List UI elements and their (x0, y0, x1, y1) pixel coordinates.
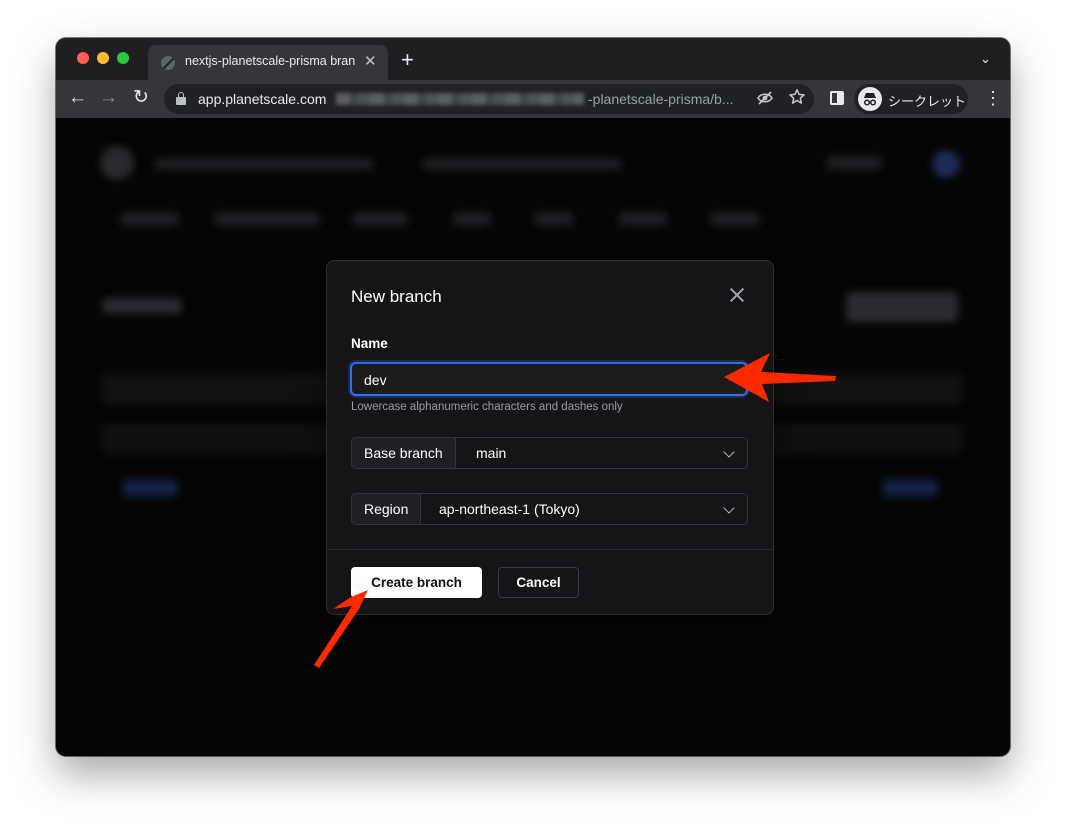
annotation-arrow-to-create-button (314, 590, 368, 668)
annotation-layer (314, 353, 836, 668)
annotation-arrow-to-name-input (724, 353, 836, 402)
